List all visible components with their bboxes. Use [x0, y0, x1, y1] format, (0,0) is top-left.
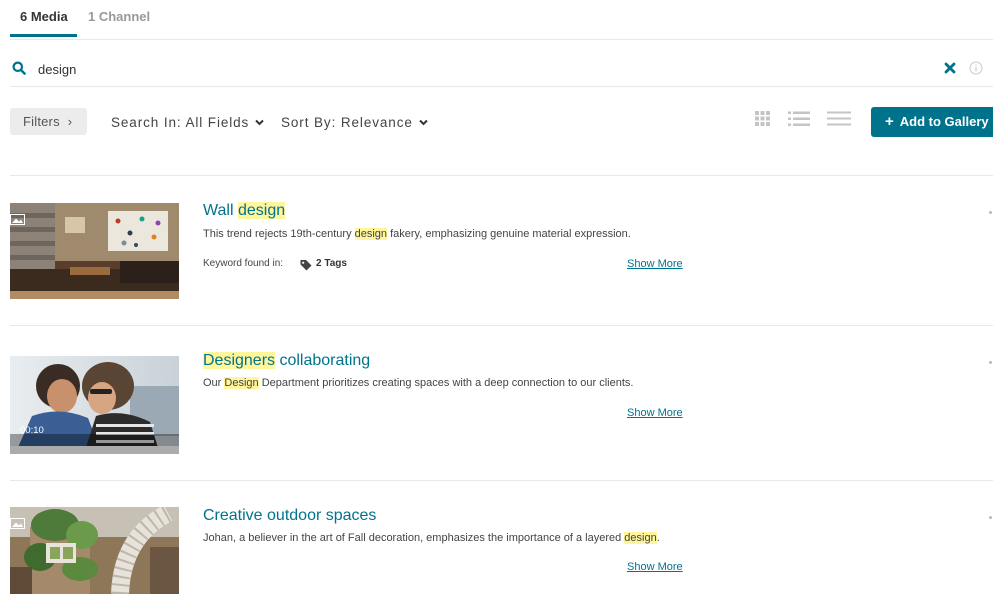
chevron-right-icon: › — [67, 114, 73, 129]
media-thumbnail[interactable] — [10, 356, 179, 454]
show-more-link[interactable]: Show More — [627, 561, 683, 573]
video-duration: 00:10 — [20, 425, 44, 436]
result-divider — [10, 325, 993, 326]
result-description: This trend rejects 19th-century design f… — [203, 228, 631, 240]
filters-label: Filters — [23, 114, 60, 129]
sort-by-dropdown[interactable]: Sort By: Relevance — [281, 114, 428, 130]
search-icon[interactable] — [12, 61, 26, 75]
tag-icon — [300, 258, 312, 276]
actions-dot[interactable] — [989, 211, 992, 214]
tabs-divider — [10, 39, 993, 40]
sort-by-label: Sort By: Relevance — [281, 115, 413, 130]
result-description: Johan, a believer in the art of Fall dec… — [203, 532, 660, 544]
result-divider — [10, 480, 993, 481]
chevron-down-icon — [255, 114, 264, 129]
plus-icon: + — [885, 113, 894, 130]
image-icon — [10, 516, 25, 529]
active-tab-indicator — [10, 34, 77, 37]
media-thumbnail[interactable] — [10, 203, 179, 299]
search-in-label: Search In: All Fields — [111, 115, 250, 130]
result-title[interactable]: Designers collaborating — [203, 352, 370, 370]
search-divider — [10, 86, 993, 87]
grid-view-icon[interactable] — [755, 111, 770, 131]
actions-dot[interactable] — [989, 516, 992, 519]
toolbar-divider — [10, 175, 993, 176]
add-to-gallery-button[interactable]: + Add to Gallery — [871, 107, 993, 137]
tab-media[interactable]: 6 Media — [20, 9, 68, 24]
show-more-link[interactable]: Show More — [627, 258, 683, 270]
show-more-link[interactable]: Show More — [627, 407, 683, 419]
chevron-down-icon — [419, 114, 428, 129]
media-thumbnail[interactable] — [10, 507, 179, 594]
keyword-found-label: Keyword found in: — [203, 258, 284, 269]
detailed-list-view-icon[interactable] — [788, 111, 810, 131]
add-to-gallery-label: Add to Gallery — [899, 114, 989, 129]
filters-button[interactable]: Filters › — [10, 108, 87, 135]
result-title[interactable]: Creative outdoor spaces — [203, 507, 376, 525]
compact-list-view-icon[interactable] — [827, 111, 851, 131]
tab-channel[interactable]: 1 Channel — [88, 9, 150, 24]
image-icon — [10, 212, 25, 225]
search-in-dropdown[interactable]: Search In: All Fields — [111, 114, 264, 130]
result-title[interactable]: Wall design — [203, 202, 286, 220]
result-description: Our Design Department prioritizes creati… — [203, 377, 634, 389]
tag-count[interactable]: 2 Tags — [316, 258, 347, 269]
search-input[interactable]: design — [38, 62, 76, 77]
close-icon[interactable] — [943, 61, 957, 75]
actions-dot[interactable] — [989, 361, 992, 364]
info-icon[interactable] — [969, 61, 983, 75]
